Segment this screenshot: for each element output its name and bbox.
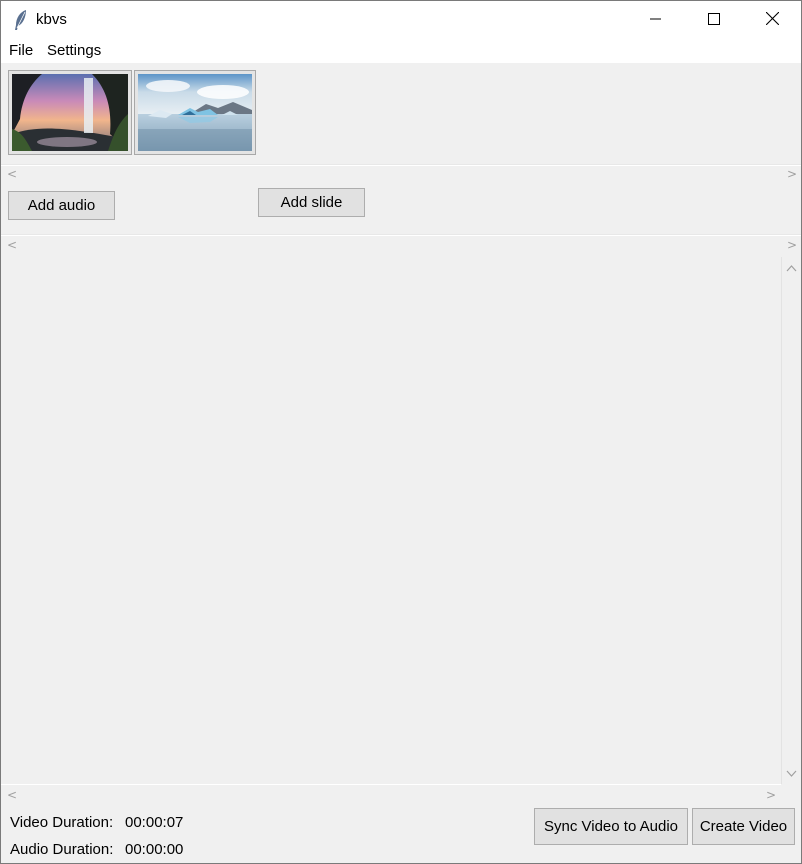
add-audio-button[interactable]: Add audio — [8, 191, 115, 220]
close-button[interactable] — [743, 1, 801, 39]
maximize-icon — [708, 12, 720, 29]
menu-bar: File Settings — [1, 39, 801, 63]
minimize-button[interactable] — [627, 1, 685, 39]
slides-strip: Add slide — [1, 63, 801, 217]
create-video-button[interactable]: Create Video — [692, 808, 795, 845]
video-duration-label: Video Duration: — [10, 814, 114, 831]
add-slide-button[interactable]: Add slide — [258, 188, 365, 217]
canvas-horizontal-scrollbar[interactable]: < > — [1, 787, 781, 803]
scroll-right-icon[interactable]: > — [766, 787, 776, 803]
feather-icon — [13, 9, 29, 31]
menu-file[interactable]: File — [9, 42, 33, 59]
waterfall-image — [12, 74, 128, 151]
audio-duration-value: 00:00:00 — [125, 841, 184, 858]
menu-settings[interactable]: Settings — [47, 42, 101, 59]
scroll-up-icon[interactable] — [786, 259, 797, 276]
sync-video-to-audio-button[interactable]: Sync Video to Audio — [534, 808, 688, 845]
scroll-left-icon[interactable]: < — [7, 166, 17, 182]
slide-thumbnail-1[interactable] — [8, 70, 132, 155]
timeline-canvas[interactable] — [1, 257, 781, 784]
scroll-right-icon[interactable]: > — [787, 166, 797, 182]
app-window: kbvs File Settings Add slide < > Add aud… — [0, 0, 802, 864]
divider — [1, 234, 801, 236]
slide-thumbnail-2[interactable] — [134, 70, 256, 155]
glacier-image — [138, 74, 252, 151]
scroll-left-icon[interactable]: < — [7, 787, 17, 803]
slides-horizontal-scrollbar[interactable]: < > — [1, 166, 801, 182]
maximize-button[interactable] — [685, 1, 743, 39]
window-title: kbvs — [36, 11, 67, 28]
audio-duration-label: Audio Duration: — [10, 841, 114, 858]
video-duration-value: 00:00:07 — [125, 814, 184, 831]
canvas-vertical-scrollbar[interactable] — [781, 257, 801, 784]
close-icon — [765, 11, 779, 29]
divider — [1, 784, 781, 785]
scroll-down-icon[interactable] — [786, 765, 797, 782]
scroll-right-icon[interactable]: > — [787, 237, 797, 253]
title-bar[interactable]: kbvs — [1, 1, 801, 39]
scroll-left-icon[interactable]: < — [7, 237, 17, 253]
audio-horizontal-scrollbar[interactable]: < > — [1, 237, 801, 253]
minimize-icon — [650, 12, 662, 29]
